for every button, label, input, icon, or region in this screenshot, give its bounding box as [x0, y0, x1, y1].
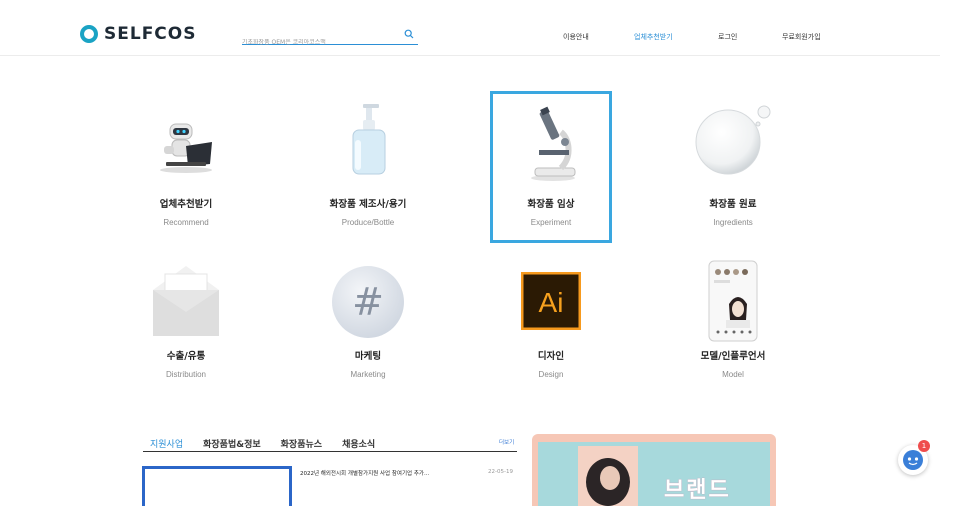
banner-image: 브랜드	[538, 442, 770, 506]
category-design[interactable]: Ai 디자인 Design	[490, 260, 612, 412]
water-drop-icon	[695, 105, 771, 175]
category-title: 모델/인플루언서	[700, 351, 766, 362]
chat-badge: 1	[918, 440, 930, 452]
category-subtitle: Distribution	[165, 370, 206, 379]
category-title: 업체추천받기	[159, 199, 213, 210]
category-subtitle: Produce/Bottle	[341, 218, 395, 227]
more-link[interactable]: 더보기	[499, 438, 514, 446]
news-item-date: 22-05-19	[488, 469, 513, 475]
nav-login[interactable]: 로그인	[718, 32, 737, 42]
banner-text: 브랜드	[664, 478, 731, 503]
category-ingredients[interactable]: 화장품 원료 Ingredients	[672, 92, 794, 244]
category-title: 화장품 임상	[527, 199, 575, 210]
svg-text:Ai: Ai	[539, 287, 564, 318]
category-distribution[interactable]: 수출/유통 Distribution	[125, 260, 247, 412]
category-title: 화장품 원료	[709, 199, 757, 210]
tab-support[interactable]: 지원사업	[150, 437, 183, 450]
microscope-icon	[531, 106, 576, 181]
search-input[interactable]	[242, 39, 392, 46]
envelope-icon	[153, 266, 219, 336]
category-subtitle: Model	[722, 370, 744, 379]
category-recommend[interactable]: 업체추천받기 Recommend	[125, 92, 247, 244]
robot-laptop-icon	[160, 123, 212, 173]
category-subtitle: Ingredients	[713, 218, 753, 227]
news-thumbnail[interactable]	[142, 466, 292, 506]
search-icon[interactable]	[404, 29, 414, 39]
logo-ring-icon	[80, 25, 98, 43]
tab-law-info[interactable]: 화장품법&정보	[203, 437, 261, 450]
category-subtitle: Experiment	[530, 218, 572, 227]
tab-news[interactable]: 화장품뉴스	[281, 437, 322, 450]
top-header: SELFCOS 이용안내 업체추천받기 로그인 무료회원가입	[0, 0, 940, 56]
category-subtitle: Marketing	[350, 370, 386, 379]
search-bar	[242, 29, 418, 46]
category-model[interactable]: 모델/인플루언서 Model	[672, 260, 794, 412]
tab-jobs[interactable]: 채용소식	[342, 437, 375, 450]
category-marketing[interactable]: # 마케팅 Marketing	[307, 260, 429, 412]
category-title: 화장품 제조사/용기	[329, 199, 407, 210]
category-subtitle: Design	[538, 370, 564, 379]
promo-banner[interactable]: 브랜드	[532, 434, 776, 506]
svg-text:#: #	[352, 280, 384, 324]
category-subtitle: Recommend	[163, 218, 209, 227]
category-title: 마케팅	[354, 351, 382, 362]
illustrator-ai-icon: Ai	[521, 272, 581, 330]
hashtag-icon: #	[332, 266, 404, 338]
nav-signup[interactable]: 무료회원가입	[782, 32, 821, 42]
news-item-title[interactable]: 2022년 해외전시회 개별참가지원 사업 참여기업 추가...	[300, 469, 429, 477]
board-tabs: 지원사업 화장품법&정보 화장품뉴스 채용소식	[150, 437, 375, 450]
category-experiment[interactable]: 화장품 임상 Experiment	[490, 91, 612, 243]
nav-recommend[interactable]: 업체추천받기	[634, 32, 673, 42]
category-produce[interactable]: 화장품 제조사/용기 Produce/Bottle	[307, 92, 429, 244]
tabs-divider	[143, 451, 517, 452]
category-title: 디자인	[537, 351, 565, 362]
logo[interactable]: SELFCOS	[80, 24, 196, 44]
nav-guide[interactable]: 이용안내	[563, 32, 589, 42]
pump-bottle-icon	[352, 104, 386, 175]
logo-text: SELFCOS	[104, 24, 197, 44]
phone-model-icon	[708, 260, 758, 342]
category-title: 수출/유통	[166, 351, 206, 362]
banner-illustration	[578, 446, 638, 506]
